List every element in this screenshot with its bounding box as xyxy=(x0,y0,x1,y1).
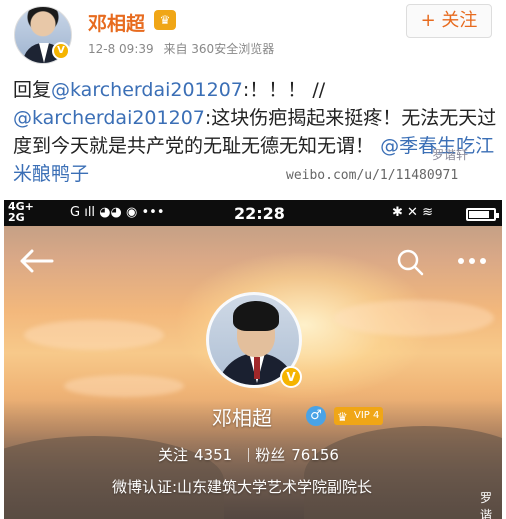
signal-icon: G ıll xyxy=(70,205,96,220)
verification-text: 微博认证:山东建筑大学艺术学院副院长 xyxy=(112,478,373,496)
followers-label[interactable]: 粉丝 xyxy=(255,446,285,464)
mute-icon: ✕ xyxy=(407,205,418,220)
mention-link[interactable]: @karcherdai201207 xyxy=(13,107,205,129)
status-time: 22:28 xyxy=(234,204,285,223)
mention-link[interactable]: @karcherdai201207 xyxy=(51,79,243,101)
verified-badge-icon: V xyxy=(280,366,302,388)
status-bar: 4G+ 2G G ıll ◕◕ ◉ ••• 22:28 ✱ ✕ ≋ xyxy=(4,200,502,226)
vip-badge[interactable]: ♛ VIP 4 xyxy=(334,407,384,425)
network-indicator: 4G+ 2G xyxy=(8,200,34,224)
male-icon: ♂ xyxy=(306,406,326,426)
divider xyxy=(248,448,250,462)
search-icon[interactable] xyxy=(396,248,424,276)
weibo-icon: ◉ xyxy=(126,205,138,220)
more-dots-icon: ••• xyxy=(141,205,165,220)
weibo-post: V 邓相超 ♛ 12-8 09:39 来自 360安全浏览器 + 关注 回复@k… xyxy=(0,0,506,200)
watermark-url: weibo.com/u/1/11480971 xyxy=(286,168,459,183)
verified-badge-icon: V xyxy=(52,42,70,60)
watermark-stamp: 罗谐轩 xyxy=(432,148,469,162)
reply-prefix: 回复 xyxy=(13,79,52,101)
following-label[interactable]: 关注 xyxy=(158,446,188,464)
followers-count[interactable]: 76156 xyxy=(291,446,339,464)
back-arrow-icon[interactable] xyxy=(16,246,56,276)
post-meta: 12-8 09:39 来自 360安全浏览器 xyxy=(88,40,274,57)
cloud xyxy=(334,300,494,336)
profile-stats: 关注 4351 粉丝 76156 xyxy=(158,444,345,465)
crown-icon: ♛ xyxy=(154,10,176,30)
battery-icon xyxy=(466,208,499,221)
credit-stamp: 罗谐轩 xyxy=(480,491,493,519)
following-count[interactable]: 4351 xyxy=(194,446,232,464)
cloud xyxy=(64,375,184,397)
status-left-icons: G ıll ◕◕ ◉ ••• xyxy=(70,205,165,220)
bluetooth-icon: ✱ xyxy=(392,205,403,220)
wechat-icon: ◕◕ xyxy=(99,205,122,220)
post-source[interactable]: 来自 360安全浏览器 xyxy=(163,42,274,56)
post-text: :！！！ // xyxy=(242,79,326,101)
profile-name: 邓相超 xyxy=(212,406,272,430)
follow-button[interactable]: + 关注 xyxy=(406,4,492,38)
crown-icon: ♛ xyxy=(337,410,348,424)
author-name[interactable]: 邓相超 xyxy=(88,9,145,36)
cloud xyxy=(24,320,164,350)
more-icon[interactable] xyxy=(456,256,488,266)
wifi-icon: ≋ xyxy=(422,205,433,220)
post-timestamp: 12-8 09:39 xyxy=(88,42,154,56)
profile-screenshot: 4G+ 2G G ıll ◕◕ ◉ ••• 22:28 ✱ ✕ ≋ V 邓相超 xyxy=(4,200,502,519)
status-right-icons: ✱ ✕ ≋ xyxy=(392,205,433,220)
